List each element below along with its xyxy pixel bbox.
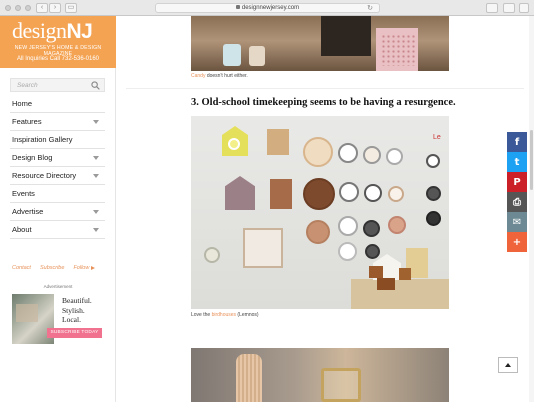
forward-button[interactable]: › bbox=[49, 3, 61, 13]
chevron-down-icon[interactable] bbox=[93, 156, 99, 160]
tabs-button[interactable] bbox=[503, 3, 515, 13]
follow-link[interactable]: Follow bbox=[73, 265, 96, 271]
scroll-to-top-button[interactable] bbox=[498, 357, 518, 373]
email-icon: ✉ bbox=[512, 216, 522, 228]
chevron-down-icon[interactable] bbox=[93, 228, 99, 232]
menu-item-design-blog[interactable]: Design Blog bbox=[10, 149, 105, 167]
plus-icon: + bbox=[512, 236, 522, 248]
logo-wordmark: designNJ bbox=[12, 18, 93, 43]
new-tab-button[interactable] bbox=[519, 3, 529, 13]
candy-link[interactable]: Candy bbox=[191, 73, 205, 79]
search-icon[interactable] bbox=[91, 81, 100, 90]
reload-icon[interactable]: ↻ bbox=[367, 4, 373, 13]
print-icon: ⎙ bbox=[513, 196, 521, 208]
address-bar[interactable]: designnewjersey.com ↻ bbox=[155, 3, 380, 13]
menu-item-events[interactable]: Events bbox=[10, 185, 105, 203]
clocks-photo: Le bbox=[191, 116, 449, 309]
arrow-up-icon bbox=[505, 363, 511, 367]
menu-item-about[interactable]: About bbox=[10, 221, 105, 239]
candy-photo bbox=[191, 16, 449, 71]
advertisement-label: Advertisement bbox=[43, 284, 73, 289]
chevron-down-icon[interactable] bbox=[93, 174, 99, 178]
article-content: Candy doesn't hurt either. 3. Old-school… bbox=[116, 16, 534, 402]
sidebar-footer-links: Contact Subscribe Follow bbox=[12, 265, 96, 271]
zoom-window-button[interactable] bbox=[25, 5, 31, 11]
menu-item-resource-directory[interactable]: Resource Directory bbox=[10, 167, 105, 185]
play-icon bbox=[91, 265, 96, 270]
section-heading: 3. Old-school timekeeping seems to be ha… bbox=[191, 97, 456, 108]
back-button[interactable]: ‹ bbox=[36, 3, 48, 13]
photo-caption: Love the birdhouses (Lemnos) bbox=[191, 312, 259, 318]
print-share-button[interactable]: ⎙ bbox=[507, 192, 527, 212]
chevron-down-icon[interactable] bbox=[93, 210, 99, 214]
share-button[interactable] bbox=[486, 3, 498, 13]
section-divider bbox=[126, 88, 524, 89]
menu-item-home[interactable]: Home bbox=[10, 95, 105, 113]
email-share-button[interactable]: ✉ bbox=[507, 212, 527, 232]
contact-link[interactable]: Contact bbox=[12, 265, 31, 271]
birdhouses-link[interactable]: birdhouses bbox=[212, 312, 236, 318]
social-share-bar: f t P ⎙ ✉ + bbox=[507, 132, 527, 252]
chevron-down-icon[interactable] bbox=[93, 120, 99, 124]
menu-item-advertise[interactable]: Advertise bbox=[10, 203, 105, 221]
search-placeholder: Search bbox=[17, 82, 38, 89]
menu-item-inspiration-gallery[interactable]: Inspiration Gallery bbox=[10, 131, 105, 149]
sidebar: designNJ NEW JERSEY'S HOME & DESIGN MAGA… bbox=[0, 16, 116, 402]
scrollbar-thumb[interactable] bbox=[530, 130, 533, 190]
vertical-scrollbar[interactable] bbox=[529, 16, 534, 402]
subscribe-link[interactable]: Subscribe bbox=[40, 265, 64, 271]
sidebar-toggle-button[interactable]: ▭ bbox=[65, 3, 77, 13]
photo-caption: Candy doesn't hurt either. bbox=[191, 73, 248, 79]
main-menu: Home Features Inspiration Gallery Design… bbox=[10, 95, 105, 239]
search-input[interactable]: Search bbox=[10, 78, 105, 92]
minimize-window-button[interactable] bbox=[15, 5, 21, 11]
pinterest-share-button[interactable]: P bbox=[507, 172, 527, 192]
facebook-share-button[interactable]: f bbox=[507, 132, 527, 152]
window-controls[interactable] bbox=[5, 5, 31, 11]
inquiries-phone: All Inquiries Call 732-536-0160 bbox=[16, 56, 100, 62]
ad-copy: Beautiful. Stylish. Local. bbox=[62, 296, 92, 324]
browser-toolbar: ‹ › ▭ ≡ designnewjersey.com ↻ bbox=[0, 0, 534, 16]
subscribe-today-button[interactable]: SUBSCRIBE TODAY bbox=[47, 328, 102, 338]
lock-icon bbox=[235, 5, 240, 10]
url-text: designnewjersey.com bbox=[241, 5, 300, 11]
facebook-icon: f bbox=[514, 136, 520, 148]
menu-item-features[interactable]: Features bbox=[10, 113, 105, 131]
next-section-photo bbox=[191, 348, 449, 402]
lemnos-sign: Le bbox=[433, 134, 441, 141]
sidebar-ad[interactable]: Beautiful. Stylish. Local. SUBSCRIBE TOD… bbox=[12, 294, 102, 344]
more-share-button[interactable]: + bbox=[507, 232, 527, 252]
twitter-share-button[interactable]: t bbox=[507, 152, 527, 172]
twitter-icon: t bbox=[514, 156, 520, 168]
pinterest-icon: P bbox=[513, 176, 521, 188]
site-logo[interactable]: designNJ NEW JERSEY'S HOME & DESIGN MAGA… bbox=[0, 16, 116, 68]
close-window-button[interactable] bbox=[5, 5, 11, 11]
